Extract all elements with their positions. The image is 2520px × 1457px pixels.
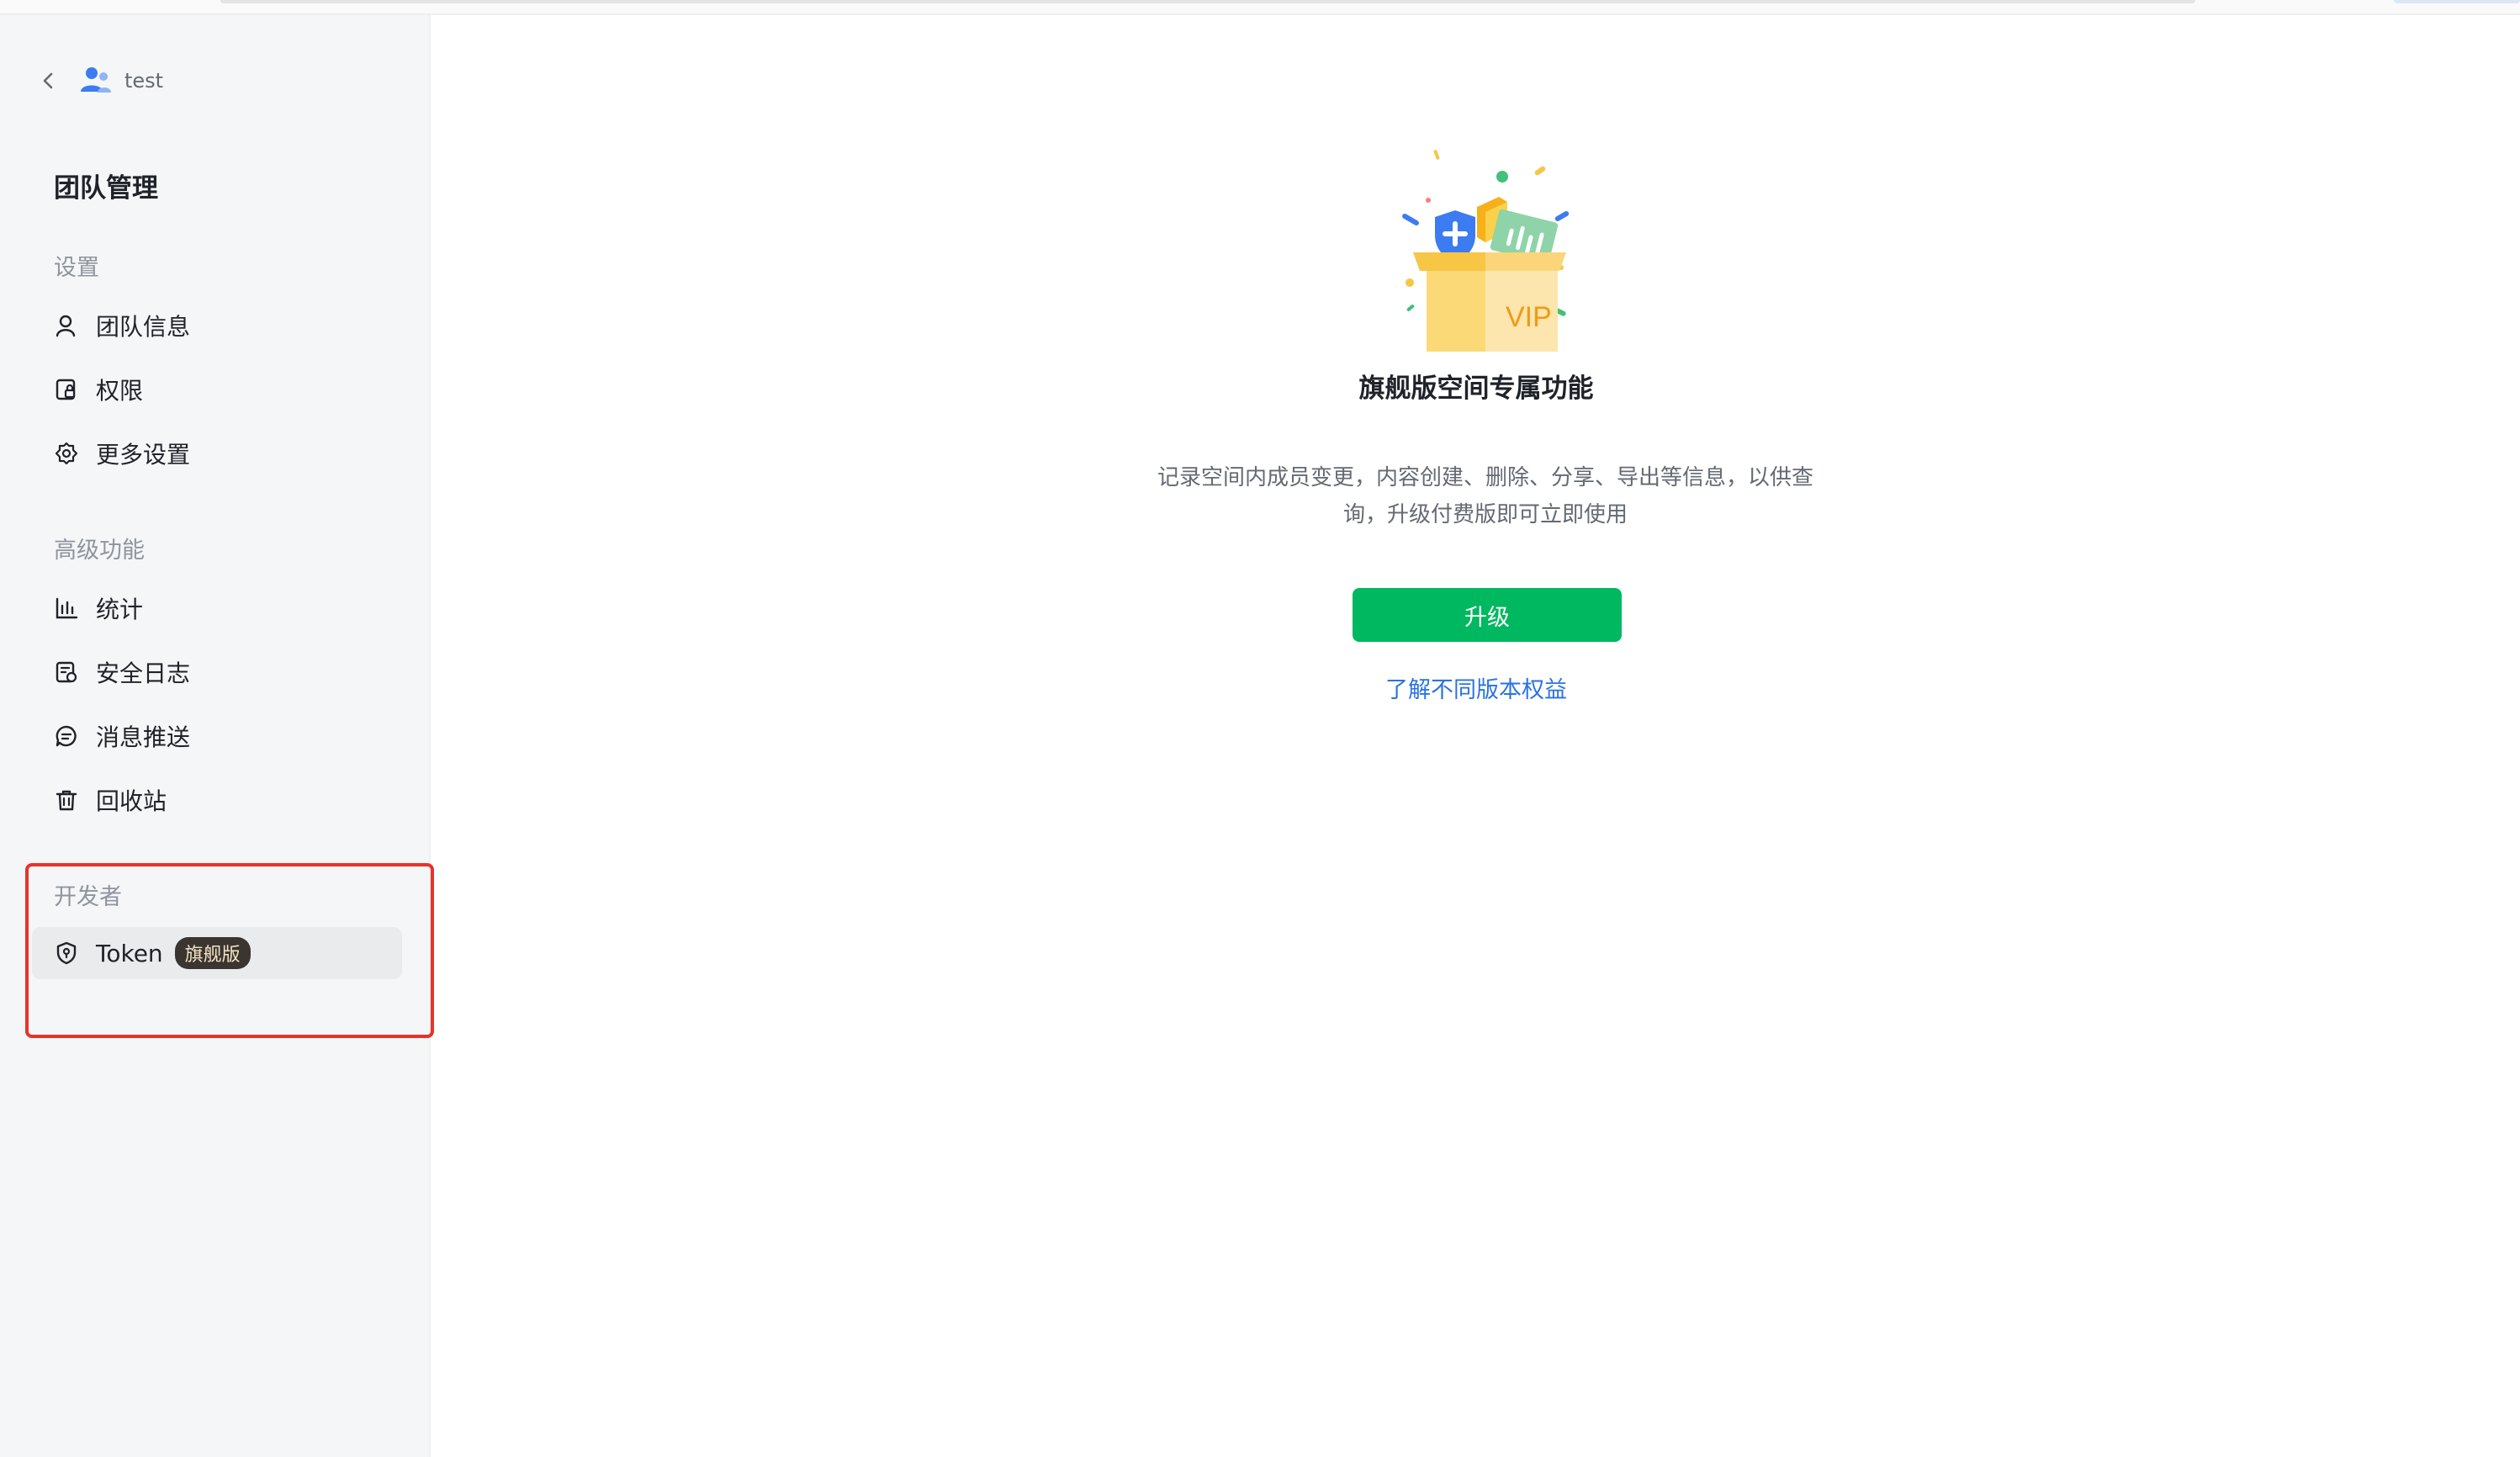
feature-description: 记录空间内成员变更，内容创建、删除、分享、导出等信息，以供查询，升级付费版即可立… (1157, 465, 1813, 527)
flagship-badge: 旗舰版 (174, 937, 251, 969)
browser-top-strip (0, 0, 2520, 15)
team-icon (77, 62, 114, 99)
sidebar-title: 团队管理 (54, 173, 158, 204)
sidebar-item-label: 回收站 (96, 787, 167, 815)
main-content: VIP 旗舰版空间专属功能 记录空间内成员变更，内容创建、删除、分享、导出等信息… (432, 15, 2520, 1457)
section-label-settings: 设置 (54, 255, 99, 281)
shield-icon (54, 940, 79, 966)
section-label-developer: 开发者 (54, 884, 122, 910)
trash-icon (54, 787, 79, 813)
browser-button (2394, 0, 2520, 3)
feature-title: 旗舰版空间专属功能 (1358, 374, 1594, 404)
sidebar-item-more-settings[interactable]: 更多设置 (32, 427, 402, 479)
sidebar-item-recycle-bin[interactable]: 回收站 (32, 774, 402, 826)
permission-icon (54, 377, 79, 402)
sidebar-item-permissions[interactable]: 权限 (32, 363, 402, 416)
address-bar (220, 0, 2195, 3)
sidebar-item-message-push[interactable]: 消息推送 (32, 710, 402, 762)
team-name: test (124, 69, 164, 93)
gear-icon (54, 441, 79, 466)
sidebar-item-label: 更多设置 (96, 441, 191, 469)
team-header: test (34, 62, 163, 99)
chevron-left-icon[interactable] (34, 66, 64, 96)
message-icon (54, 723, 79, 749)
sidebar-item-security-log[interactable]: 安全日志 (32, 646, 402, 698)
section-label-advanced: 高级功能 (54, 538, 145, 564)
sidebar-item-team-info[interactable]: 团队信息 (32, 299, 402, 352)
upgrade-button[interactable]: 升级 (1353, 588, 1622, 642)
sidebar-item-label: 团队信息 (96, 313, 191, 341)
sidebar-item-label: 统计 (96, 596, 144, 623)
sidebar-item-label: 安全日志 (96, 660, 191, 687)
vip-gift-box-illustration: VIP (1359, 133, 1612, 368)
sidebar-item-label: 消息推送 (96, 723, 191, 751)
bar-chart-icon (54, 596, 79, 621)
vip-label: VIP (1506, 301, 1552, 333)
sidebar-item-label: 权限 (96, 377, 144, 405)
sidebar-item-token[interactable]: Token 旗舰版 (32, 927, 402, 979)
sidebar-item-statistics[interactable]: 统计 (32, 582, 402, 634)
sidebar: test 团队管理 设置 团队信息 权限 更多设置 高级功能 统计 安全日志 消… (0, 15, 431, 1457)
log-icon (54, 660, 79, 685)
compare-plans-link[interactable]: 了解不同版本权益 (432, 671, 2520, 704)
sidebar-item-label: Token (96, 939, 163, 967)
user-icon (54, 313, 79, 338)
